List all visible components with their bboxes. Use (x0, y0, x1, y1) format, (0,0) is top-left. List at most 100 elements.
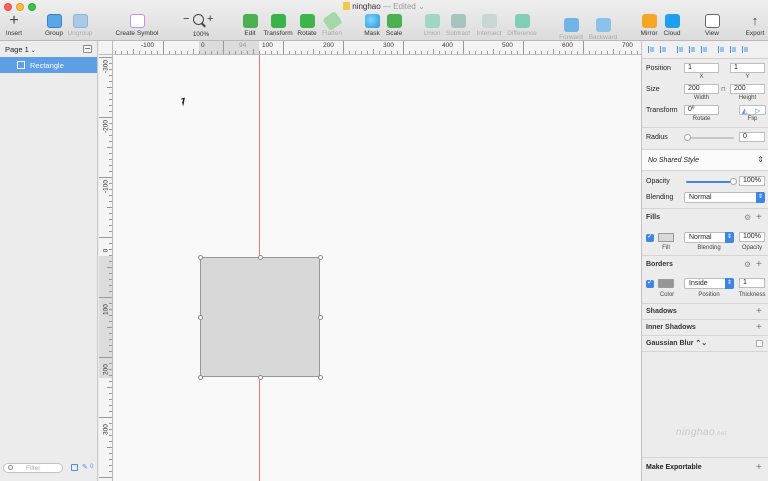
gaussian-blur-checkbox[interactable] (756, 340, 763, 347)
align-bottom-icon[interactable] (742, 46, 749, 53)
align-right-icon[interactable] (701, 46, 708, 53)
resize-handle-bottom-left[interactable] (198, 375, 203, 380)
resize-handle-top[interactable] (258, 255, 263, 260)
opacity-slider-knob[interactable] (730, 178, 737, 185)
radius-slider-knob[interactable] (684, 134, 691, 141)
make-exportable-label[interactable]: Make Exportable (646, 464, 702, 471)
border-color-swatch[interactable] (658, 279, 674, 288)
title-chevron-icon[interactable]: ⌄ (418, 2, 425, 11)
fill-color-swatch[interactable] (658, 233, 674, 242)
fills-gear-icon[interactable]: ⚙ (744, 213, 751, 223)
add-fill-button[interactable]: + (756, 213, 762, 223)
align-middle-icon[interactable] (730, 46, 737, 53)
fill-blending-dropdown[interactable]: Normal ⇕ (684, 232, 734, 243)
radius-input[interactable]: 0 (739, 132, 765, 142)
resize-handle-right[interactable] (318, 315, 323, 320)
resize-handle-top-right[interactable] (318, 255, 323, 260)
collapse-pages-button[interactable] (83, 45, 92, 53)
difference-button[interactable]: Difference (506, 14, 538, 40)
ruler-tick (487, 51, 488, 54)
gaussian-blur-header[interactable]: Gaussian Blur ⌃⌄ (646, 339, 707, 347)
resize-handle-bottom-right[interactable] (318, 375, 323, 380)
symbols-filter-icon[interactable] (71, 464, 78, 471)
align-left-icon[interactable] (677, 46, 684, 53)
make-exportable-button[interactable]: + (756, 463, 762, 473)
ruler-tick (127, 51, 128, 54)
group-button[interactable]: Group (44, 14, 64, 40)
width-input[interactable]: 200 (684, 84, 719, 94)
cloud-button[interactable]: Cloud (662, 14, 682, 40)
add-shadow-button[interactable]: + (756, 307, 762, 317)
scale-button[interactable]: Scale (384, 14, 404, 40)
mouse-cursor-icon (181, 97, 187, 107)
align-center-icon[interactable] (689, 46, 696, 53)
lock-ratio-icon[interactable]: ⊓ (721, 86, 726, 93)
mirror-button[interactable]: Mirror (638, 14, 660, 40)
vertical-ruler[interactable]: -300 -200 -100 0 100 200 300 (99, 55, 113, 481)
subtract-button[interactable]: Subtract (444, 14, 472, 40)
zoom-out-button[interactable]: − (183, 13, 189, 25)
insert-plus-icon (7, 14, 22, 28)
radius-slider[interactable] (686, 137, 734, 139)
borders-gear-icon[interactable]: ⚙ (744, 260, 751, 270)
fill-enabled-checkbox[interactable] (646, 232, 654, 242)
group-icon (46, 14, 62, 28)
mask-button[interactable]: Mask (362, 14, 382, 40)
window-title: ninghao — Edited ⌄ (0, 2, 768, 11)
page-chevron-icon: ⌄ (30, 48, 36, 54)
edited-filter-icon[interactable]: ✎ (82, 463, 88, 471)
backward-label: Backward (588, 34, 618, 41)
position-x-input[interactable]: 1 (684, 63, 719, 73)
border-enabled-checkbox[interactable] (646, 278, 654, 288)
border-position-dropdown[interactable]: Inside ⇕ (684, 278, 734, 289)
shared-style-label: No Shared Style (648, 157, 699, 164)
blending-dropdown[interactable]: Normal ⇕ (684, 192, 765, 203)
resize-handle-bottom[interactable] (258, 375, 263, 380)
create-symbol-button[interactable]: Create Symbol (114, 14, 160, 40)
fill-opacity-input[interactable]: 100% (739, 232, 765, 242)
page-selector[interactable]: Page 1 ⌄ (5, 45, 36, 54)
rectangle-shape[interactable] (200, 257, 320, 377)
add-inner-shadow-button[interactable]: + (756, 323, 762, 333)
ruler-tick (373, 49, 374, 54)
width-label: Width (693, 95, 710, 101)
intersect-button[interactable]: Intersect (474, 14, 504, 40)
ruler-tick (109, 441, 112, 442)
transform-button[interactable]: Transform (262, 14, 294, 40)
ruler-tick (625, 51, 626, 54)
insert-button[interactable]: Insert (4, 14, 24, 40)
export-button[interactable]: Export (744, 14, 766, 40)
forward-button[interactable]: Forward (558, 14, 584, 41)
position-y-input[interactable]: 1 (730, 63, 765, 73)
edit-button[interactable]: Edit (240, 14, 260, 40)
shared-style-selector[interactable]: No Shared Style ⇕ (642, 149, 768, 171)
artboard-canvas[interactable] (113, 55, 641, 481)
ruler-tick (355, 51, 356, 54)
opacity-input[interactable]: 100% (739, 176, 765, 186)
view-button[interactable]: View (702, 14, 722, 40)
layer-filter-input[interactable]: Filter (3, 463, 63, 473)
distribute-horizontal-icon[interactable] (648, 46, 655, 53)
layers-sidebar: Page 1 ⌄ Rectangle Filter ✎ 0 (0, 41, 98, 481)
ruler-tick (265, 51, 266, 54)
rotate-button[interactable]: Rotate (296, 14, 318, 40)
zoom-in-button[interactable]: + (207, 13, 213, 25)
resize-handle-top-left[interactable] (198, 255, 203, 260)
add-border-button[interactable]: + (756, 260, 762, 270)
height-input[interactable]: 200 (730, 84, 765, 94)
rotate-input[interactable]: 0º (684, 105, 719, 115)
ungroup-button[interactable]: Ungroup (66, 14, 94, 40)
layer-row-rectangle[interactable]: Rectangle (0, 57, 97, 73)
distribute-vertical-icon[interactable] (660, 46, 667, 53)
flip-horizontal-icon[interactable]: ◭ (742, 107, 747, 115)
horizontal-ruler[interactable]: -100 0 94 100 200 300 400 500 600 700 (99, 41, 641, 55)
align-top-icon[interactable] (718, 46, 725, 53)
union-button[interactable]: Union (422, 14, 442, 40)
ruler-tick (109, 369, 112, 370)
resize-handle-left[interactable] (198, 315, 203, 320)
dropdown-chevron-icon: ⇕ (756, 192, 765, 203)
backward-button[interactable]: Backward (588, 14, 618, 41)
border-thickness-input[interactable]: 1 (739, 278, 765, 288)
flatten-button[interactable]: Flatten (320, 10, 344, 40)
flip-vertical-icon[interactable]: ▷ (755, 107, 760, 115)
